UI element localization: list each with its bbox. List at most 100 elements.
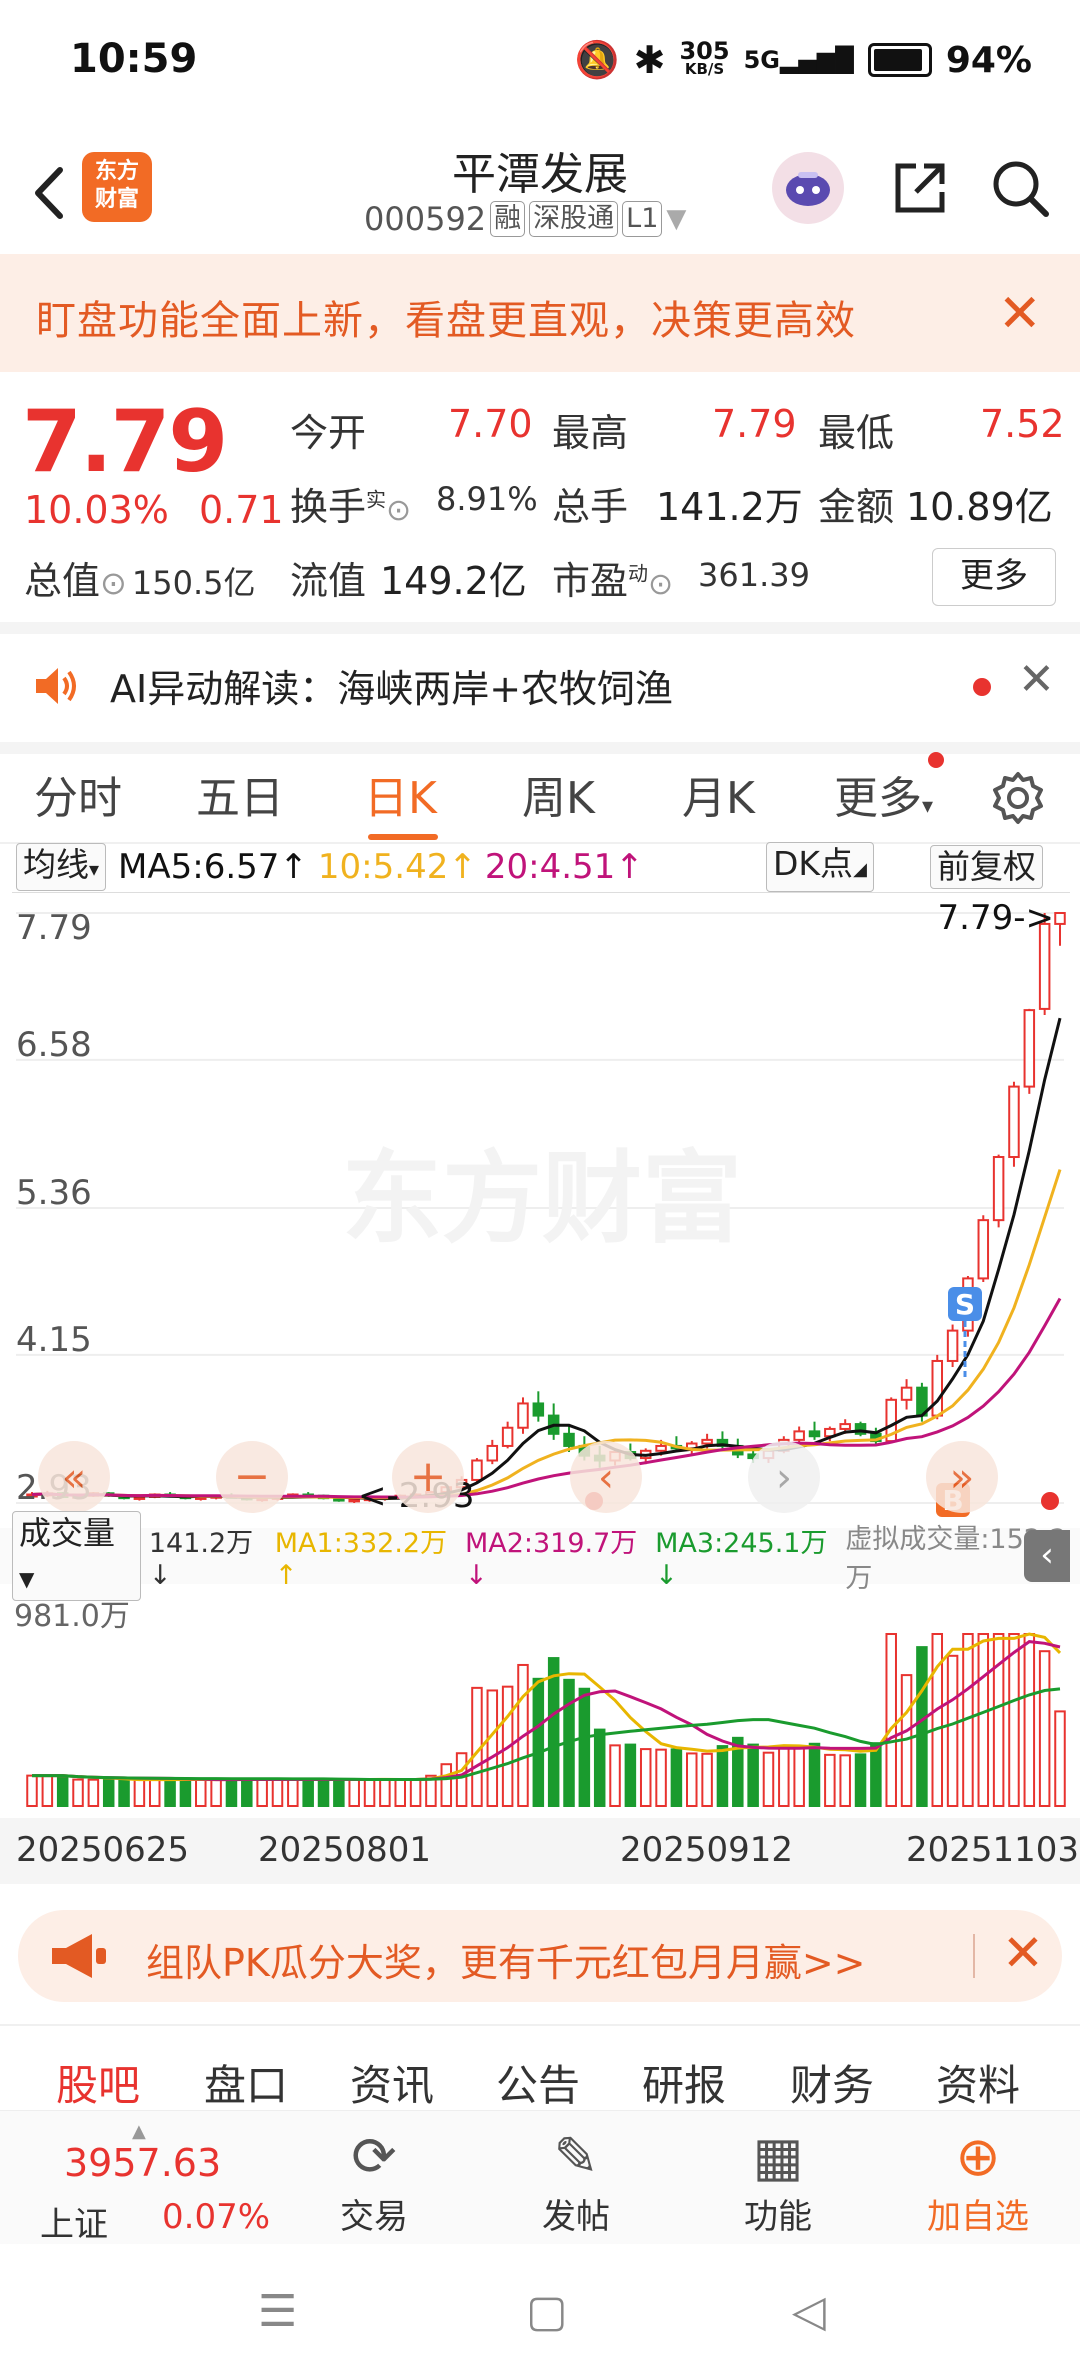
volume-bar [670, 1748, 683, 1808]
ai-close-icon[interactable]: ✕ [1018, 654, 1055, 705]
stock-code-row[interactable]: 000592 融 深股通 L1 ▼ [364, 200, 686, 238]
zoom-out-icon[interactable]: − [234, 1451, 271, 1502]
search-icon[interactable] [988, 156, 1052, 220]
amount-label: 金额 [818, 485, 895, 529]
back-nav-icon[interactable]: ◁ [792, 2286, 826, 2337]
volume-bar [133, 1778, 146, 1807]
volume-bar [578, 1687, 591, 1807]
dropdown-icon: ▾ [89, 857, 100, 881]
tab-more-dot [928, 752, 944, 768]
menu-icon[interactable]: ☰ [258, 2286, 297, 2337]
promo-close-icon[interactable]: ✕ [1002, 1924, 1044, 1982]
price-axis-labels: 7.796.585.364.152.93 [16, 908, 92, 1508]
adjust-selector[interactable]: 前复权 [930, 845, 1043, 889]
dk-point-selector[interactable]: DK点◢ [766, 842, 874, 892]
candle-body [992, 1156, 1005, 1222]
tab-monthly-k[interactable]: 月K [682, 762, 755, 826]
banner-text: 盯盘功能全面上新，看盘更直观，决策更高效 [36, 298, 856, 344]
zoom-in-icon[interactable]: + [410, 1451, 447, 1502]
quote-panel: 7.79 10.03% 0.71 总值⊙ 150.5亿 今开 7.70 最高 7… [0, 372, 1080, 622]
trade-button[interactable]: ⟳ 交易 [314, 2125, 434, 2238]
tab-more[interactable]: 更多▾ [834, 762, 933, 826]
date-label: 20250801 [258, 1830, 432, 1870]
amount-value: 10.89亿 [906, 485, 1053, 529]
volume-bar [348, 1778, 360, 1807]
volume-bar [916, 1646, 928, 1807]
ai-assistant-avatar[interactable] [772, 152, 844, 224]
price-axis-label: 4.15 [16, 1320, 92, 1360]
candlestick-chart[interactable]: 东方财富 7.796.585.364.152.93 7.79-> <-2.93 … [12, 892, 1070, 1530]
tab-five-day[interactable]: 五日 [196, 762, 284, 826]
tab-orderbook[interactable]: 盘口 [204, 2052, 288, 2113]
battery-level: 94% [945, 39, 1032, 81]
feature-banner[interactable]: 盯盘功能全面上新，看盘更直观，决策更高效 ✕ [0, 254, 1080, 372]
high-label: 最高 [552, 411, 629, 455]
pk-promo-banner[interactable]: 组队PK瓜分大奖，更有千元红包月月赢>> ✕ [18, 1910, 1062, 2002]
ma-selector-label: 均线 [23, 845, 89, 884]
tab-intraday[interactable]: 分时 [34, 762, 122, 826]
volume-bar [363, 1778, 376, 1807]
volume-bar [747, 1743, 759, 1807]
volume-chart[interactable]: 981.0万 [12, 1584, 1070, 1818]
add-watchlist-label: 加自选 [927, 2197, 1029, 2237]
more-button[interactable]: 更多 [932, 548, 1056, 606]
bottom-toolbar: ▲ 3957.63 上证 0.07% ⟳ 交易 ✎ 发帖 ▦ 功能 ⊕ 加自选 [0, 2110, 1080, 2245]
candle-body [946, 1329, 959, 1362]
low-value: 7.52 [980, 402, 1065, 446]
dropdown-icon: ◢ [853, 859, 867, 880]
tab-announcements[interactable]: 公告 [496, 2052, 580, 2113]
candle-body [1008, 1085, 1020, 1159]
tab-news[interactable]: 资讯 [350, 2052, 434, 2113]
dk-label: DK点 [773, 844, 854, 883]
network-type: 5G [743, 46, 780, 74]
volume-bar [195, 1778, 207, 1807]
home-icon[interactable]: ▢ [526, 2286, 568, 2337]
event-dot[interactable] [1041, 1492, 1059, 1510]
share-icon[interactable] [888, 156, 952, 220]
net-speed-value: 305 [679, 37, 730, 65]
ma10-value: 10:5.42↑ [317, 847, 477, 887]
volume-bar [808, 1742, 821, 1807]
grid-icon: ▦ [752, 2125, 804, 2188]
vol-ma2: MA2:319.7万↓ [464, 1528, 638, 1591]
function-button[interactable]: ▦ 功能 [718, 2125, 838, 2238]
tab-guba[interactable]: 股吧 [56, 2052, 140, 2113]
float-label: 流值 [290, 559, 367, 603]
tab-profile[interactable]: 资料 [936, 2052, 1020, 2113]
next-icon[interactable]: › [776, 1455, 792, 1501]
volume-bar [1008, 1633, 1020, 1807]
last-price: 7.79 [22, 392, 228, 492]
turnover-sup: 实 [366, 487, 387, 512]
scroll-right-icon[interactable]: » [950, 1455, 974, 1501]
candle-body [486, 1444, 499, 1462]
volume-bar [686, 1752, 698, 1807]
turnover-label: 换手实⊙ [290, 476, 411, 531]
volume-bar [547, 1657, 560, 1807]
promo-text: 组队PK瓜分大奖，更有千元红包月月赢>> [146, 1941, 866, 1985]
function-label: 功能 [744, 2197, 812, 2237]
tab-daily-k[interactable]: 日K [364, 762, 437, 826]
volume-bar [624, 1743, 637, 1807]
gear-icon[interactable] [990, 770, 1046, 826]
tab-financials[interactable]: 财务 [790, 2052, 874, 2113]
tab-more-label: 更多 [834, 773, 922, 824]
collapse-panel-icon[interactable]: ‹ [1024, 1530, 1070, 1582]
post-button[interactable]: ✎ 发帖 [516, 2125, 636, 2238]
volume-bar [394, 1778, 406, 1808]
banner-close-icon[interactable]: ✕ [998, 284, 1042, 344]
ai-insight-row[interactable]: AI异动解读：海峡两岸+农牧饲渔 ✕ [0, 622, 1080, 754]
scroll-left-icon[interactable]: « [62, 1455, 86, 1501]
prev-icon[interactable]: ‹ [598, 1455, 614, 1501]
tab-research[interactable]: 研报 [642, 2052, 726, 2113]
unread-dot [973, 678, 991, 696]
volume-bar [440, 1763, 453, 1808]
status-time: 10:59 [70, 36, 198, 82]
volume-bar [609, 1744, 621, 1808]
stock-header: 东方 财富 平潭发展 000592 融 深股通 L1 ▼ [0, 130, 1080, 255]
tab-weekly-k[interactable]: 周K [522, 762, 595, 826]
volume-bar [870, 1742, 882, 1807]
open-label: 今开 [290, 411, 367, 455]
ma-selector[interactable]: 均线▾ [16, 843, 107, 891]
add-watchlist-button[interactable]: ⊕ 加自选 [918, 2125, 1038, 2238]
candle-body [839, 1423, 851, 1430]
